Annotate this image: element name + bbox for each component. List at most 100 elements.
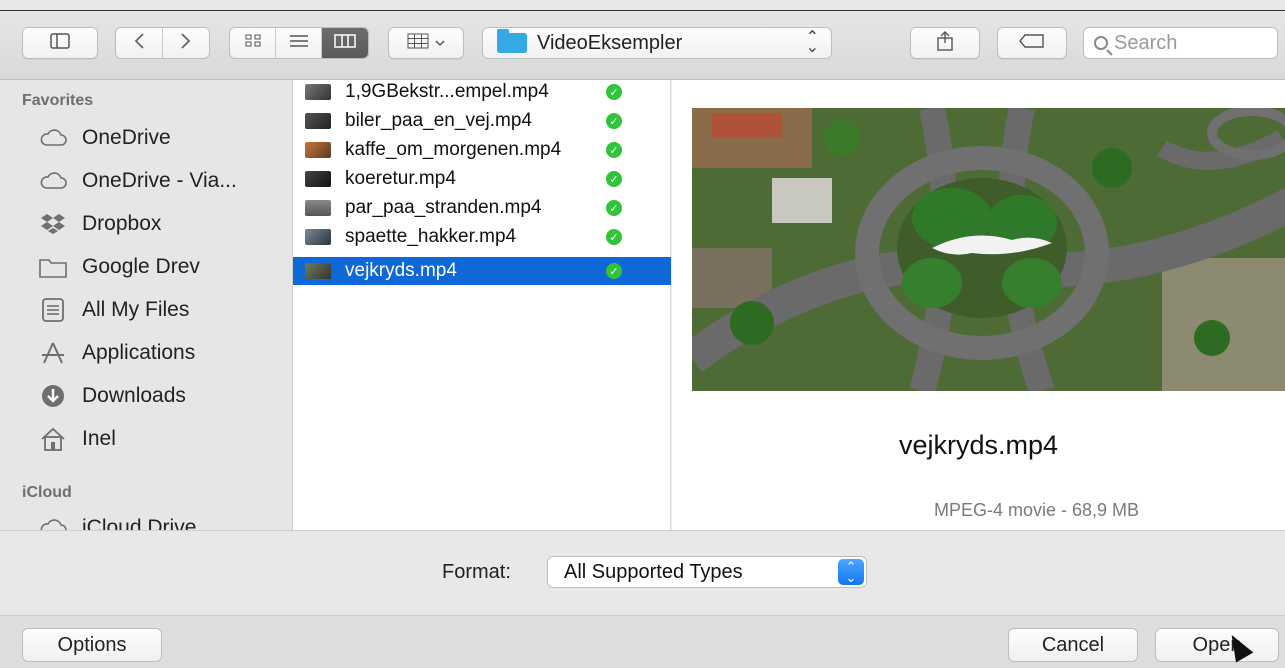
sidebar-item-applications[interactable]: Applications (38, 333, 195, 373)
grid-icon (407, 33, 429, 54)
synced-check-icon: ✓ (606, 142, 622, 158)
format-selected-value: All Supported Types (564, 560, 743, 583)
tag-button[interactable] (997, 27, 1067, 59)
file-name: biler_paa_en_vej.mp4 (345, 110, 532, 131)
file-row[interactable]: par_paa_stranden.mp4 ✓ (293, 194, 671, 222)
list-view-button[interactable] (276, 28, 322, 58)
sidebar-item-google-drev[interactable]: Google Drev (38, 247, 200, 287)
sidebar-toggle-button[interactable] (22, 27, 98, 59)
video-thumbnail (305, 263, 331, 279)
columns-icon (334, 33, 356, 53)
preview-file-info: MPEG-4 movie - 68,9 MB (934, 500, 1140, 520)
video-thumbnail (305, 113, 331, 129)
download-icon (38, 382, 68, 410)
file-name: 1,9GBekstr...empel.mp4 (345, 81, 549, 102)
file-row[interactable]: spaette_hakker.mp4 ✓ (293, 223, 671, 251)
video-preview-image (692, 108, 1285, 391)
sidebar-item-onedrive[interactable]: OneDrive (38, 118, 171, 158)
folder-icon (38, 253, 68, 281)
cloud-icon (38, 167, 68, 195)
synced-check-icon: ✓ (606, 200, 622, 216)
files-icon (38, 296, 68, 324)
applications-icon (38, 339, 68, 367)
cloud-icon (38, 514, 68, 530)
tag-icon (1019, 33, 1045, 53)
file-row[interactable]: biler_paa_en_vej.mp4 ✓ (293, 107, 671, 135)
preview-file-name: vejkryds.mp4 (898, 430, 1059, 460)
file-row[interactable]: 1,9GBekstr...empel.mp4 ✓ (293, 78, 671, 106)
icloud-header: iCloud (22, 484, 72, 501)
synced-check-icon: ✓ (606, 171, 622, 187)
sidebar-item-label: Inel (82, 427, 116, 450)
sidebar-item-label: Google Drev (82, 255, 200, 278)
video-thumbnail (305, 229, 331, 245)
sidebar-item-downloads[interactable]: Downloads (38, 376, 186, 416)
cloud-icon (38, 124, 68, 152)
sidebar-item-label: OneDrive (82, 126, 171, 149)
file-name: kaffe_om_morgenen.mp4 (345, 139, 562, 160)
synced-check-icon: ✓ (606, 263, 622, 279)
dropbox-icon (38, 210, 68, 238)
back-button[interactable] (116, 28, 163, 58)
updown-icon: ⌃ ⌄ (838, 559, 864, 585)
window-top-edge (0, 10, 1285, 11)
video-thumbnail (305, 84, 331, 100)
updown-icon: ⌃ ⌄ (805, 29, 819, 56)
options-button[interactable]: Options (22, 628, 162, 662)
file-name: vejkryds.mp4 (345, 260, 457, 281)
forward-button[interactable] (163, 28, 210, 58)
format-label: Format: (442, 561, 511, 583)
video-thumbnail (305, 142, 331, 158)
home-icon (38, 425, 68, 453)
open-button[interactable]: Open (1155, 628, 1279, 662)
sidebar-item-inel[interactable]: Inel (38, 419, 116, 459)
sidebar-item-label: OneDrive - Via... (82, 169, 237, 192)
arrange-button[interactable] (388, 27, 464, 59)
file-name: spaette_hakker.mp4 (345, 226, 517, 247)
search-icon (1094, 36, 1108, 50)
file-row-selected[interactable]: vejkryds.mp4 ✓ (293, 257, 671, 285)
sidebar-item-icloud-drive[interactable]: iCloud Drive (38, 508, 196, 530)
sidebar-item-label: Downloads (82, 384, 186, 407)
share-button[interactable] (910, 27, 980, 59)
view-mode-control (229, 27, 369, 59)
video-thumbnail (305, 171, 331, 187)
sidebar-item-label: Applications (82, 341, 196, 364)
favorites-header: Favorites (22, 92, 94, 109)
search-placeholder: Search (1114, 31, 1178, 54)
location-popup[interactable]: VideoEksempler ⌃ ⌄ (482, 27, 832, 59)
video-thumbnail (305, 200, 331, 216)
sidebar-item-label: All My Files (82, 298, 190, 321)
file-row[interactable]: kaffe_om_morgenen.mp4 ✓ (293, 136, 671, 164)
file-list: 1,9GBekstr...empel.mp4 ✓ biler_paa_en_ve… (293, 80, 671, 530)
location-label: VideoEksempler (537, 31, 683, 54)
share-icon (937, 30, 953, 56)
sidebar-item-dropbox[interactable]: Dropbox (38, 204, 161, 244)
cancel-button[interactable]: Cancel (1008, 628, 1138, 662)
toolbar: VideoEksempler ⌃ ⌄ Search (0, 0, 1285, 80)
grid-small-icon (245, 34, 261, 53)
preview-pane: vejkryds.mp4 MPEG-4 movie - 68,9 MB (672, 80, 1285, 530)
synced-check-icon: ✓ (606, 84, 622, 100)
sidebar-icon (50, 32, 70, 54)
chevron-down-icon (435, 34, 445, 52)
sidebar-item-label: Dropbox (82, 212, 162, 235)
column-view-button[interactable] (322, 28, 368, 58)
format-bar: Format: All Supported Types ⌃ ⌄ (0, 530, 1285, 615)
icon-view-button[interactable] (230, 28, 276, 58)
sidebar-item-all-my-files[interactable]: All My Files (38, 290, 189, 330)
sidebar-item-label: iCloud Drive (82, 516, 197, 530)
synced-check-icon: ✓ (606, 113, 622, 129)
file-name: koeretur.mp4 (345, 168, 456, 189)
list-icon (289, 34, 309, 53)
file-row[interactable]: koeretur.mp4 ✓ (293, 165, 671, 193)
chevron-right-icon (180, 32, 192, 55)
back-forward-control (115, 27, 210, 59)
search-input[interactable]: Search (1083, 27, 1278, 59)
synced-check-icon: ✓ (606, 229, 622, 245)
file-name: par_paa_stranden.mp4 (345, 197, 542, 218)
action-bar: Options Cancel Open (0, 615, 1285, 668)
sidebar-item-onedrive-via[interactable]: OneDrive - Via... (38, 161, 237, 201)
format-select[interactable]: All Supported Types ⌃ ⌄ (547, 556, 867, 588)
chevron-left-icon (133, 32, 145, 55)
